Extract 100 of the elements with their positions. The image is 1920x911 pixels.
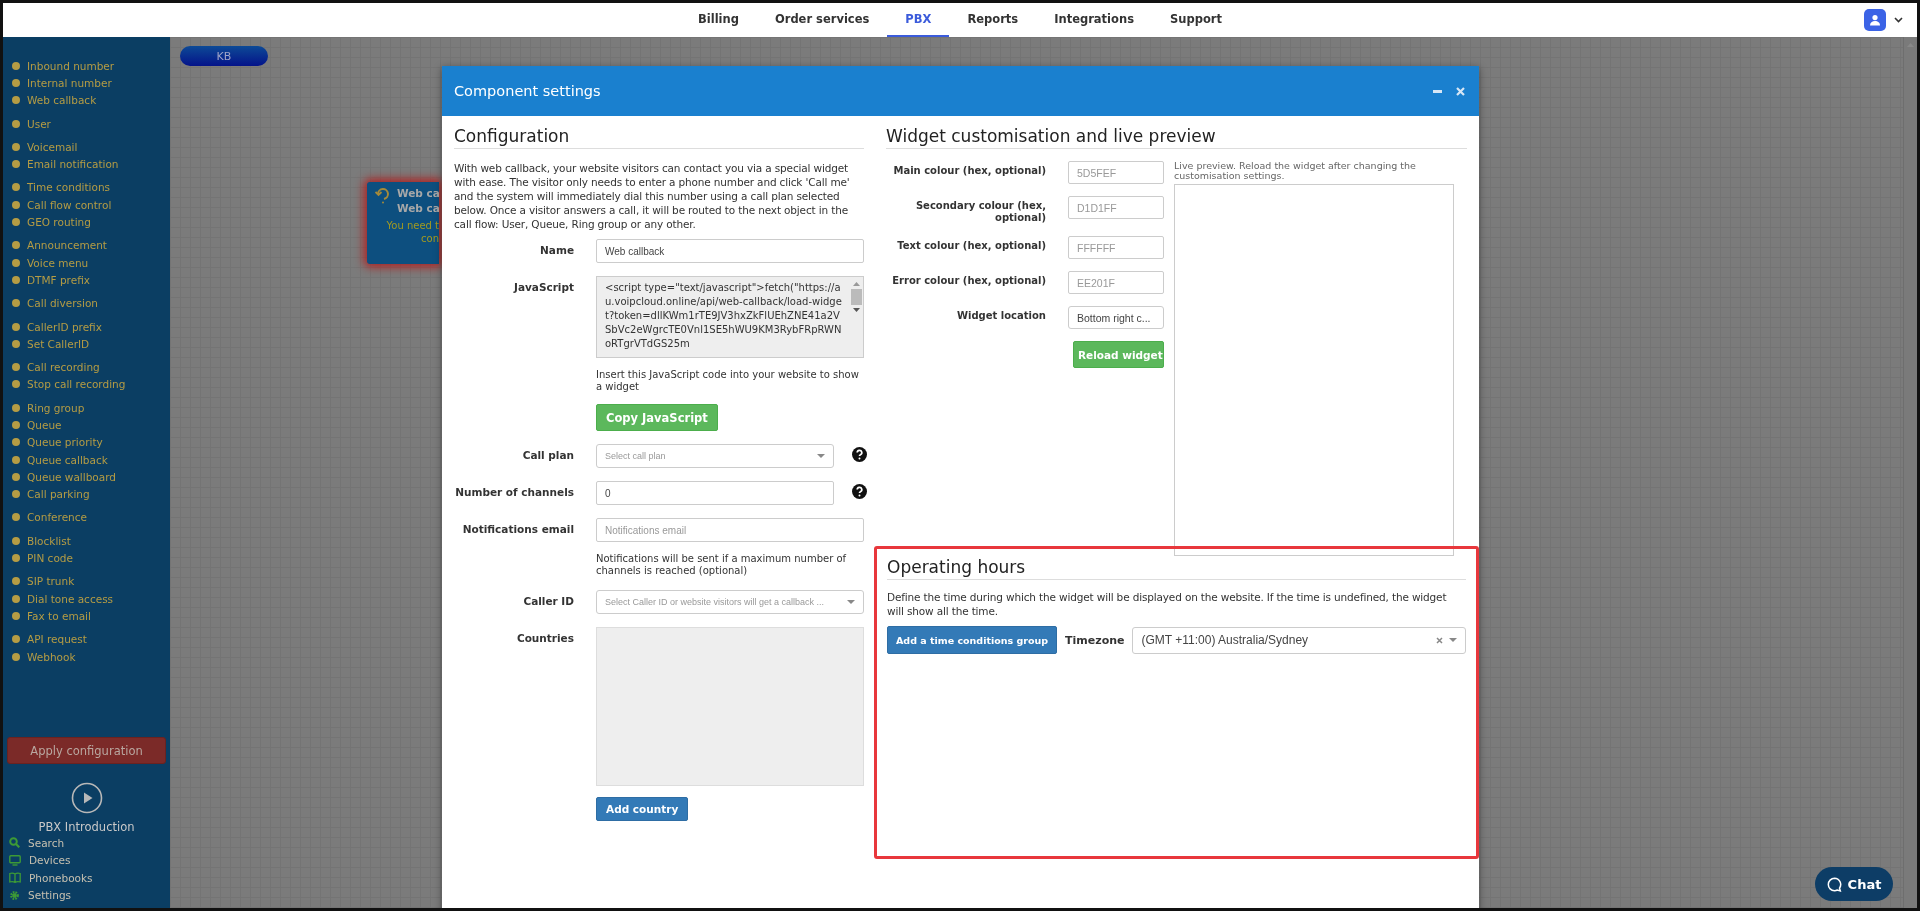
sidebar-item[interactable]: User: [27, 117, 51, 130]
nav-tab[interactable]: Reports: [949, 3, 1037, 37]
input-field[interactable]: Web callback: [596, 239, 864, 263]
add-time-conditions-group-button[interactable]: Add a time conditions group: [887, 626, 1058, 654]
dot-icon: [12, 421, 20, 429]
sidebar-item[interactable]: Inbound number: [27, 59, 115, 72]
code-field[interactable]: <script type="text/javascript">fetch("https://au.voipcloud.online/api/web-callback/load-widget?token=dllKWm1rTE9JV3hxZkFlUEhZNE41a2VSbVc2eWgrcTE0Vnl1SE5hWU9KM3RybFRpRWNoRTgrVTdGS25m: [596, 276, 864, 358]
gear-icon: [9, 889, 20, 901]
reload-widget-button[interactable]: Reload widget: [1073, 341, 1164, 368]
sidebar-item[interactable]: Queue wallboard: [27, 470, 116, 483]
field-label: Name: [539, 243, 574, 256]
apply-configuration-button[interactable]: Apply configuration: [7, 737, 166, 764]
nav-tab[interactable]: Support: [1152, 3, 1240, 37]
nav-tab[interactable]: Integrations: [1036, 3, 1152, 37]
dot-icon: [12, 438, 20, 447]
sidebar-item[interactable]: Call diversion: [27, 297, 98, 310]
sidebar-item[interactable]: Ring group: [27, 401, 85, 414]
scrollbar[interactable]: [1903, 37, 1917, 908]
scrollbar-thumb[interactable]: [851, 289, 862, 305]
sidebar-item[interactable]: Internal number: [27, 76, 112, 89]
dot-icon: [12, 536, 20, 545]
sidebar-item[interactable]: Dial tone access: [27, 592, 114, 605]
select-field[interactable]: Bottom right c...: [1068, 306, 1164, 329]
field-label: Main colour (hex, optional): [892, 164, 1046, 177]
action-button[interactable]: Copy JavaScript: [596, 404, 718, 431]
dot-icon: [12, 200, 20, 209]
node-title: Web ca: [397, 186, 440, 201]
intro-label[interactable]: PBX Introduction: [3, 820, 170, 834]
sidebar-item[interactable]: SIP trunk: [27, 575, 75, 588]
sidebar-item[interactable]: Web callback: [27, 94, 97, 107]
action-button[interactable]: Add country: [596, 797, 689, 821]
scroll-up-arrow-icon[interactable]: [853, 281, 860, 286]
sidebar-item[interactable]: Stop call recording: [27, 378, 126, 391]
dot-icon: [12, 142, 20, 151]
dot-icon: [12, 299, 20, 308]
dot-icon: [12, 554, 20, 563]
sidebar-item[interactable]: PIN code: [27, 552, 73, 565]
nav-tab[interactable]: Order services: [756, 3, 888, 37]
sidebar-item[interactable]: Webhook: [27, 650, 76, 663]
help-icon[interactable]: [852, 484, 867, 499]
sidebar-item[interactable]: Time conditions: [27, 181, 111, 194]
nav-tab[interactable]: Billing: [680, 3, 757, 37]
close-icon[interactable]: [1456, 86, 1465, 96]
section-heading: Operating hours: [887, 557, 1466, 580]
sidebar-item[interactable]: Blocklist: [27, 534, 71, 547]
sidebar-item[interactable]: Conference: [27, 511, 87, 524]
input-field[interactable]: Notifications email: [596, 518, 864, 542]
field-label: Caller ID: [522, 594, 574, 607]
input-field[interactable]: FFFFFF: [1068, 236, 1164, 259]
select-field[interactable]: Select call plan: [596, 444, 834, 468]
help-icon[interactable]: [852, 447, 867, 462]
select-field[interactable]: Select Caller ID or website visitors will get a callback ...: [596, 590, 864, 614]
sidebar-tool-item[interactable]: Settings: [28, 889, 72, 902]
input-field[interactable]: D1D1FF: [1068, 196, 1164, 219]
sidebar-item[interactable]: Call flow control: [27, 198, 112, 211]
chat-button[interactable]: Chat: [1815, 867, 1893, 901]
timezone-select[interactable]: (GMT +11:00) Australia/Sydney: [1132, 626, 1466, 654]
dot-icon: [12, 258, 20, 267]
dot-icon: [12, 339, 20, 348]
dot-icon: [12, 455, 20, 464]
sidebar-item[interactable]: Set CallerID: [27, 337, 90, 350]
preview-note: Live preview. Reload the widget after changing the customisation settings.: [1174, 161, 1417, 181]
dot-icon: [12, 96, 20, 105]
user-avatar-icon[interactable]: [1864, 9, 1886, 31]
sidebar-item[interactable]: CallerID prefix: [27, 320, 102, 333]
monitor-icon: [9, 854, 21, 866]
sidebar-item[interactable]: Voice menu: [27, 256, 89, 269]
scroll-down-arrow-icon[interactable]: [853, 308, 860, 313]
sidebar-item[interactable]: Queue priority: [27, 436, 103, 449]
caret-down-icon: [817, 454, 825, 458]
sidebar-tool-item[interactable]: Phonebooks: [29, 871, 93, 884]
sidebar-item[interactable]: Call recording: [27, 361, 100, 374]
component-node[interactable]: Web ca Web ca You need t con: [367, 182, 439, 264]
sidebar-item[interactable]: Fax to email: [27, 609, 91, 622]
dot-icon: [12, 594, 20, 603]
input-field[interactable]: 5D5FEF: [1068, 161, 1164, 184]
sidebar-item[interactable]: Queue: [27, 419, 62, 431]
input-field[interactable]: 0: [596, 481, 834, 505]
sidebar-item[interactable]: Voicemail: [27, 140, 78, 153]
sidebar-item[interactable]: Announcement: [27, 239, 107, 252]
clear-icon[interactable]: [1436, 636, 1443, 644]
sidebar-item[interactable]: GEO routing: [27, 216, 91, 228]
sidebar-item[interactable]: Call parking: [27, 488, 90, 501]
sidebar-item[interactable]: DTMF prefix: [27, 273, 90, 286]
dot-icon: [12, 513, 20, 522]
sidebar-item[interactable]: Queue callback: [27, 453, 108, 466]
dot-icon: [12, 577, 20, 586]
chat-bubble-icon: [1826, 876, 1842, 892]
sidebar-item[interactable]: API request: [27, 633, 87, 646]
sidebar-tool-item[interactable]: Search: [28, 836, 65, 849]
sidebar-item[interactable]: Email notification: [27, 158, 119, 171]
minimize-icon[interactable]: [1433, 89, 1442, 93]
input-field[interactable]: EE201F: [1068, 271, 1164, 294]
chevron-down-icon[interactable]: [1894, 17, 1903, 23]
play-icon[interactable]: [70, 782, 103, 814]
dot-icon: [12, 652, 20, 661]
sidebar-tool-item[interactable]: Devices: [29, 854, 71, 867]
field-label: Countries: [515, 631, 574, 644]
start-node[interactable]: KB: [180, 46, 268, 66]
dot-icon: [12, 78, 20, 87]
